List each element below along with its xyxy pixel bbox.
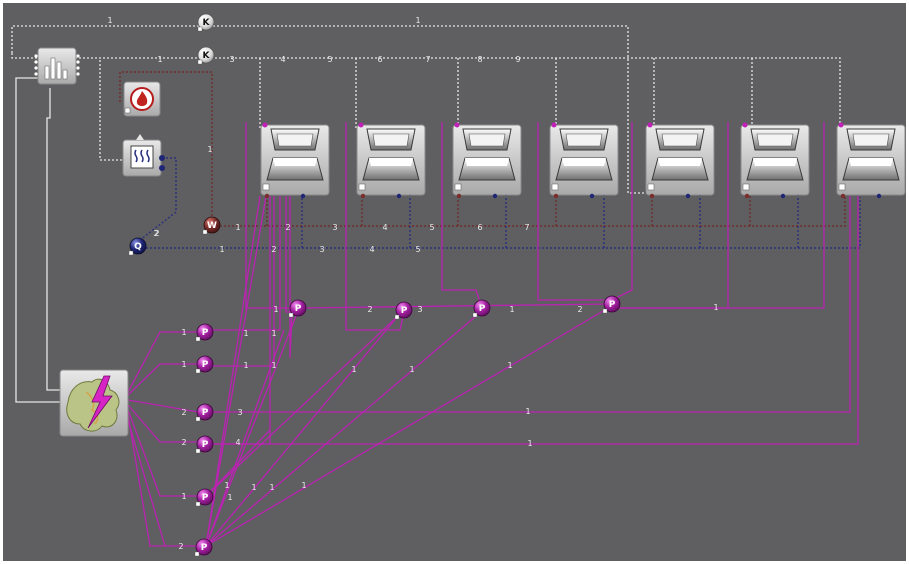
svg-text:1: 1 (251, 483, 256, 492)
data-source-block[interactable] (34, 47, 80, 85)
power-node-symbol: P (202, 360, 209, 370)
heat-demand-block[interactable] (122, 134, 165, 177)
production-unit-2[interactable] (356, 122, 426, 199)
production-units (260, 122, 906, 199)
svg-text:4: 4 (280, 55, 285, 64)
svg-text:2: 2 (271, 245, 276, 254)
svg-text:1: 1 (224, 481, 229, 490)
svg-text:1: 1 (243, 361, 248, 370)
svg-text:1: 1 (227, 493, 232, 502)
power-node-symbol: P (202, 408, 209, 418)
production-unit-6[interactable] (740, 122, 810, 199)
power-node-symbol: P (201, 543, 208, 553)
svg-text:2: 2 (153, 229, 158, 238)
svg-text:3: 3 (319, 245, 324, 254)
label-ctrl-top-right: 1 (415, 16, 420, 25)
svg-text:5: 5 (415, 245, 420, 254)
heat-node-symbol: Q (134, 242, 142, 252)
svg-text:2: 2 (181, 438, 186, 447)
svg-text:2: 2 (367, 305, 372, 314)
power-node-symbol: P (202, 493, 209, 503)
svg-text:4: 4 (369, 245, 374, 254)
svg-text:1: 1 (219, 245, 224, 254)
fuel-source-block[interactable] (123, 81, 161, 117)
svg-text:7: 7 (425, 55, 430, 64)
svg-text:1: 1 (271, 329, 276, 338)
svg-text:5: 5 (327, 55, 332, 64)
svg-text:6: 6 (477, 223, 482, 232)
power-node-symbol: P (295, 304, 302, 314)
grid-block[interactable] (59, 369, 129, 437)
svg-text:1: 1 (713, 303, 718, 312)
svg-text:1: 1 (527, 439, 532, 448)
production-unit-7[interactable] (836, 122, 906, 199)
svg-text:1: 1 (509, 305, 514, 314)
svg-text:1: 1 (351, 365, 356, 374)
svg-text:2: 2 (285, 223, 290, 232)
svg-text:1: 1 (181, 328, 186, 337)
svg-text:3: 3 (332, 223, 337, 232)
svg-text:3: 3 (237, 408, 242, 417)
heat-radiator-icon (130, 145, 154, 169)
svg-text:9: 9 (515, 55, 520, 64)
svg-text:4: 4 (235, 438, 240, 447)
waste-heat-node-symbol: W (207, 221, 217, 231)
svg-text:1: 1 (301, 481, 306, 490)
production-unit-1[interactable] (260, 122, 330, 199)
svg-text:1: 1 (181, 360, 186, 369)
power-node-symbol: P (479, 304, 486, 314)
power-node-symbol: P (609, 300, 616, 310)
svg-text:1: 1 (507, 361, 512, 370)
svg-text:8: 8 (477, 55, 482, 64)
svg-text:1: 1 (207, 145, 212, 154)
power-node-symbol: P (202, 328, 209, 338)
control-node-bottom-symbol: K (203, 51, 211, 61)
power-node-symbol: P (401, 306, 408, 316)
svg-text:1: 1 (271, 361, 276, 370)
svg-text:1: 1 (269, 483, 274, 492)
control-node-top-symbol: K (203, 18, 211, 28)
production-unit-3[interactable] (452, 122, 522, 199)
svg-text:2: 2 (178, 542, 183, 551)
svg-text:1: 1 (409, 365, 414, 374)
label-ctrl-top: 1 (107, 16, 112, 25)
svg-text:1: 1 (157, 55, 162, 64)
svg-text:1: 1 (235, 223, 240, 232)
svg-text:7: 7 (524, 223, 529, 232)
svg-text:2: 2 (577, 305, 582, 314)
power-node-symbol: P (202, 440, 209, 450)
svg-text:1: 1 (273, 305, 278, 314)
svg-text:3: 3 (229, 55, 234, 64)
svg-text:1: 1 (243, 329, 248, 338)
svg-text:1: 1 (525, 407, 530, 416)
svg-text:3: 3 (417, 305, 422, 314)
system-diagram-canvas: 1 1 3 4 5 6 7 8 9 1 1 1 2 3 4 5 6 7 2 1 … (0, 0, 909, 564)
svg-text:5: 5 (429, 223, 434, 232)
svg-text:6: 6 (377, 55, 382, 64)
svg-text:4: 4 (382, 223, 387, 232)
production-unit-4[interactable] (549, 122, 619, 199)
svg-text:2: 2 (181, 408, 186, 417)
svg-text:1: 1 (181, 492, 186, 501)
production-unit-5[interactable] (645, 122, 715, 199)
